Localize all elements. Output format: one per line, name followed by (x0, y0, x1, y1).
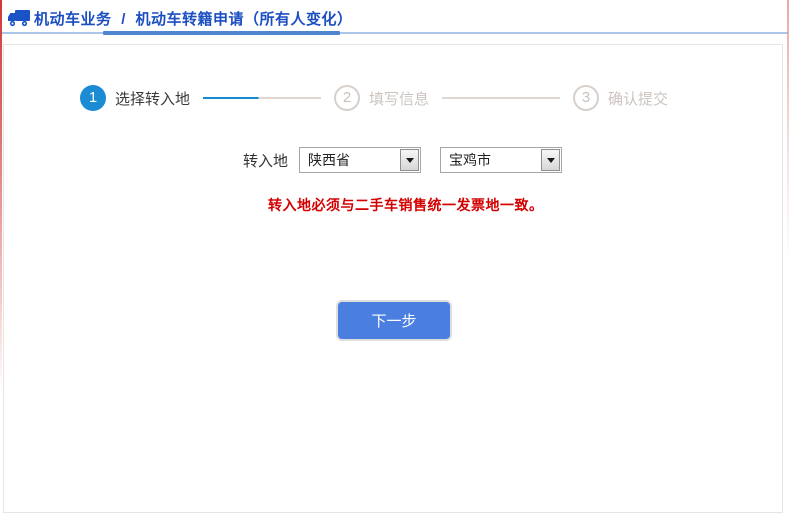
stepper: 1 选择转入地 2 填写信息 3 确认提交 (80, 85, 668, 111)
step-1-label: 选择转入地 (115, 88, 190, 109)
province-select[interactable]: 陕西省 (299, 147, 421, 173)
step-connector-1 (203, 97, 321, 99)
chevron-down-icon[interactable] (400, 149, 419, 171)
breadcrumb-page-title: 机动车转籍申请（所有人变化） (136, 11, 353, 28)
content-panel: 1 选择转入地 2 填写信息 3 确认提交 转入地 陕西省 宝鸡市 (3, 44, 783, 513)
province-select-value: 陕西省 (308, 148, 350, 172)
step-3-label: 确认提交 (608, 88, 668, 109)
warning-text: 转入地必须与二手车销售统一发票地一致。 (268, 195, 544, 215)
city-select[interactable]: 宝鸡市 (440, 147, 562, 173)
city-select-value: 宝鸡市 (449, 148, 491, 172)
step-confirm-submit: 3 确认提交 (573, 85, 668, 111)
page: 机动车业务 / 机动车转籍申请（所有人变化） 1 选择转入地 2 填写信息 3 … (0, 0, 789, 516)
next-step-button[interactable]: 下一步 (338, 302, 450, 339)
chevron-down-icon[interactable] (541, 149, 560, 171)
step-connector-2 (442, 97, 560, 99)
breadcrumb-separator: / (116, 11, 131, 28)
breadcrumb: 机动车业务 / 机动车转籍申请（所有人变化） (34, 8, 353, 29)
step-2-circle: 2 (334, 85, 360, 111)
header: 机动车业务 / 机动车转籍申请（所有人变化） (0, 0, 789, 44)
step-2-label: 填写信息 (369, 88, 429, 109)
step-select-destination: 1 选择转入地 (80, 85, 190, 111)
active-tab-underline (103, 31, 340, 35)
destination-label: 转入地 (243, 150, 288, 171)
truck-icon (7, 9, 31, 28)
destination-form-row: 转入地 陕西省 宝鸡市 (243, 147, 562, 173)
breadcrumb-section[interactable]: 机动车业务 (34, 11, 112, 28)
step-1-circle: 1 (80, 85, 106, 111)
left-red-edge (0, 0, 2, 392)
step-fill-info: 2 填写信息 (334, 85, 429, 111)
step-3-circle: 3 (573, 85, 599, 111)
